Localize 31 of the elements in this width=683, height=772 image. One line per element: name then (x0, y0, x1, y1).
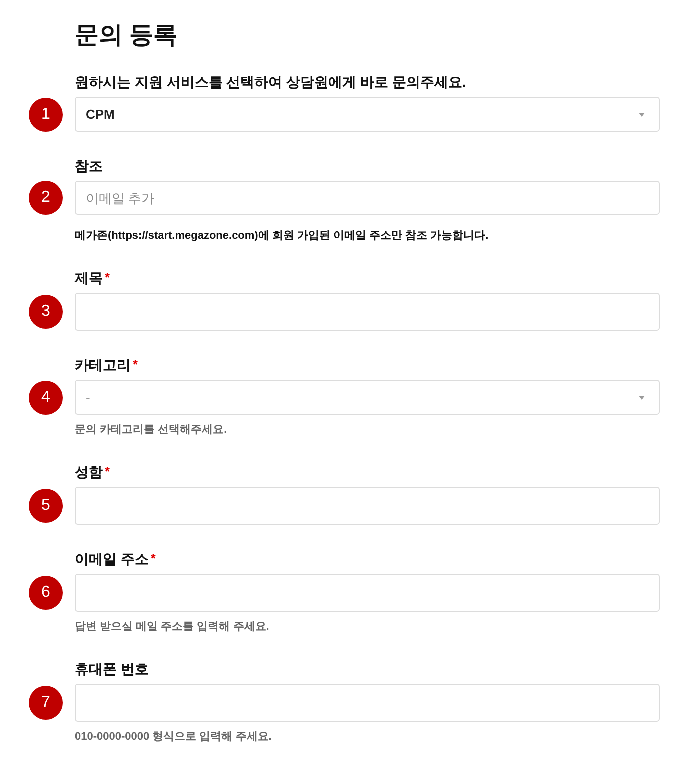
required-asterisk: * (105, 463, 110, 481)
caret-icon (639, 396, 645, 400)
field-label: 참조 (75, 157, 103, 176)
page-title: 문의 등록 (75, 21, 178, 51)
step-marker: 4 (29, 380, 63, 414)
step-marker: 1 (29, 98, 63, 132)
help-text: 메가존(https://start.megazone.com)에 회원 가입된 이메일 주소만 참조 가능합니다. (75, 229, 489, 244)
text-input-field[interactable] (75, 684, 660, 722)
field-label: 성함 (75, 463, 103, 482)
field-label: 제목 (75, 269, 103, 288)
step-marker: 6 (29, 576, 63, 610)
help-text: 문의 카테고리를 선택해주세요. (75, 423, 228, 438)
step-marker: 3 (29, 295, 63, 329)
help-text: 010-0000-0000 형식으로 입력해 주세요. (75, 730, 272, 745)
text-input-field[interactable] (75, 487, 660, 525)
email-input-field[interactable]: 이메일 추가 (75, 181, 660, 215)
text-input-field[interactable] (75, 574, 660, 612)
caret-icon (639, 112, 645, 116)
required-asterisk: * (105, 269, 110, 287)
dropdown-field[interactable]: CPM (75, 97, 660, 132)
field-label: 이메일 주소 (75, 550, 149, 569)
field-label: 휴대폰 번호 (75, 660, 149, 679)
text-input-field[interactable] (75, 293, 660, 331)
required-asterisk: * (150, 550, 156, 568)
step-marker: 2 (29, 181, 63, 215)
required-asterisk: * (133, 356, 138, 374)
field-label: 카테고리 (75, 356, 131, 375)
step-marker: 7 (29, 686, 63, 720)
step-marker: 5 (29, 489, 63, 523)
help-text: 답변 받으실 메일 주소를 입력해 주세요. (75, 620, 270, 635)
field-label: 원하시는 지원 서비스를 선택하여 상담원에게 바로 문의주세요. (75, 73, 466, 92)
